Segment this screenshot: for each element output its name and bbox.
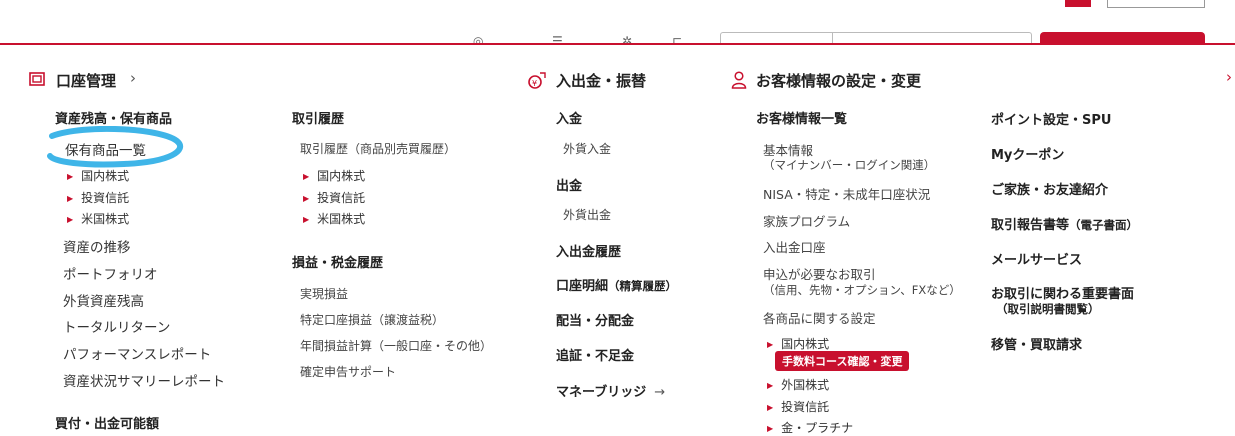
family-program-link[interactable]: 家族プログラム (763, 211, 850, 230)
bank-account-link[interactable]: 入出金口座 (763, 237, 826, 256)
margin-call-link[interactable]: 追証・不足金 (556, 345, 634, 364)
history-sub-fund[interactable]: ▶ 投資信託 (303, 189, 365, 206)
specific-account-pl-link[interactable]: 特定口座損益（譲渡益税） (300, 311, 444, 328)
holdings-list-link[interactable]: 保有商品一覧 (65, 139, 146, 159)
basic-info-note: （マイナンバー・ログイン関連） (763, 158, 936, 172)
withdraw-heading[interactable]: 出金 (556, 175, 582, 194)
nisa-status-link[interactable]: NISA・特定・未成年口座状況 (763, 184, 930, 203)
statement-link[interactable]: 口座明細（精算履歴） (556, 275, 677, 294)
arrow-right-icon: → (654, 385, 666, 400)
product-sub-gold[interactable]: ▶ 金・プラチナ (767, 419, 853, 436)
buying-power-heading[interactable]: 買付・出金可能額 (55, 413, 159, 432)
mail-service-link[interactable]: メールサービス (991, 249, 1082, 268)
svg-text:¥: ¥ (532, 79, 537, 88)
history-sub-us[interactable]: ▶ 米国株式 (303, 210, 365, 227)
header-divider (0, 43, 1235, 45)
apply-trade-note: （信用、先物・オプション、FXなど） (763, 283, 961, 297)
section-transfer-title[interactable]: 入出金・振替 (556, 70, 646, 91)
holdings-sub-us[interactable]: ▶ 米国株式 (67, 210, 129, 227)
dividend-link[interactable]: 配当・分配金 (556, 310, 634, 329)
fx-withdraw-link[interactable]: 外貨出金 (563, 206, 611, 223)
portfolio-link[interactable]: ポートフォリオ (63, 263, 158, 283)
product-sub-domestic[interactable]: ▶ 国内株式 (767, 335, 829, 352)
holdings-heading[interactable]: 資産残高・保有商品 (55, 108, 172, 127)
transfer-request-link[interactable]: 移管・買取請求 (991, 334, 1082, 353)
person-icon (731, 71, 747, 89)
point-settings-link[interactable]: ポイント設定・SPU (991, 109, 1111, 128)
total-return-link[interactable]: トータルリターン (63, 316, 170, 336)
money-bridge-link[interactable]: マネーブリッジ → (556, 381, 665, 400)
important-docs-link[interactable]: お取引に関わる重要書面 (991, 283, 1134, 302)
tax-heading[interactable]: 損益・税金履歴 (292, 252, 383, 271)
product-sub-fund[interactable]: ▶ 投資信託 (767, 398, 829, 415)
trade-report-link[interactable]: 取引報告書等（電子書面） (991, 214, 1138, 233)
asset-trend-link[interactable]: 資産の推移 (63, 236, 131, 256)
holdings-sub-fund[interactable]: ▶ 投資信託 (67, 189, 129, 206)
account-book-icon (29, 72, 45, 86)
fee-course-badge[interactable]: 手数料コース確認・変更 (775, 351, 910, 371)
referral-link[interactable]: ご家族・お友達紹介 (991, 179, 1108, 198)
deposit-heading[interactable]: 入金 (556, 108, 582, 127)
holdings-sub-domestic[interactable]: ▶ 国内株式 (67, 167, 129, 184)
apply-trade-link[interactable]: 申込が必要なお取引 (763, 264, 876, 283)
fx-deposit-link[interactable]: 外貨入金 (563, 140, 611, 157)
history-heading[interactable]: 取引履歴 (292, 108, 344, 127)
tax-return-link[interactable]: 確定申告サポート (300, 363, 396, 380)
realized-pl-link[interactable]: 実現損益 (300, 285, 348, 302)
annual-pl-link[interactable]: 年間損益計算（一般口座・その他） (300, 337, 492, 354)
performance-report-link[interactable]: パフォーマンスレポート (63, 343, 211, 363)
product-sub-foreign[interactable]: ▶ 外国株式 (767, 376, 829, 393)
customer-info-heading[interactable]: お客様情報一覧 (756, 108, 847, 127)
asset-summary-link[interactable]: 資産状況サマリーレポート (63, 370, 225, 390)
history-link[interactable]: 取引履歴（商品別売買履歴） (300, 140, 456, 157)
important-docs-note: （取引説明書閲覧） (996, 302, 1100, 316)
section-customer-title[interactable]: お客様情報の設定・変更 (756, 70, 921, 91)
chevron-right-icon[interactable]: › (130, 69, 136, 87)
section-account-title[interactable]: 口座管理 (56, 70, 116, 91)
my-coupon-link[interactable]: Myクーポン (991, 144, 1064, 163)
transfer-history-link[interactable]: 入出金履歴 (556, 241, 621, 260)
product-settings-link[interactable]: 各商品に関する設定 (763, 308, 876, 327)
chevron-right-icon[interactable]: › (1226, 68, 1232, 86)
fx-assets-link[interactable]: 外貨資産残高 (63, 290, 144, 310)
header-select-box[interactable] (1107, 0, 1205, 8)
header-red-tab[interactable] (1065, 0, 1091, 7)
history-sub-domestic[interactable]: ▶ 国内株式 (303, 167, 365, 184)
yen-transfer-icon: ¥ (528, 72, 546, 89)
top-header: ◎ ☰ ✲ ⊏ (0, 0, 1235, 44)
